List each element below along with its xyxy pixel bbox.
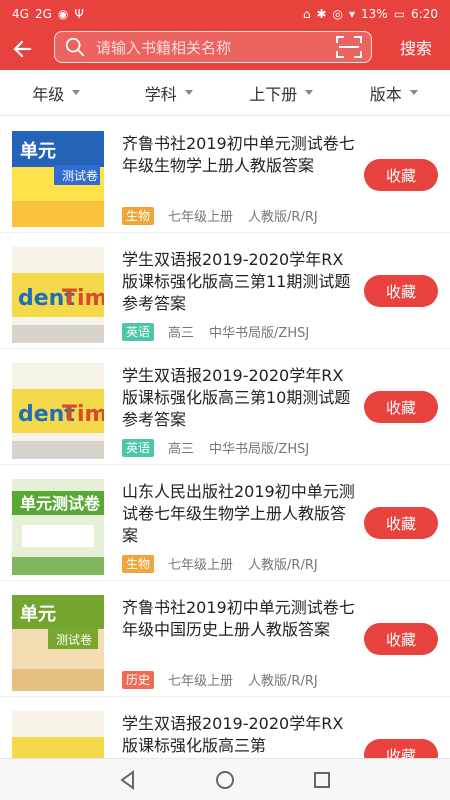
book-meta: 历史 七年级上册 人教版/R/RJ (122, 670, 318, 689)
home-nav-icon[interactable] (214, 769, 236, 791)
battery-icon: ▭ (393, 7, 406, 21)
list-item[interactable]: dentTimes 学生双语报2019-2020学年RX版课标强化版高三第10期… (0, 349, 450, 465)
filter-label: 上下册 (249, 84, 298, 104)
scan-button[interactable] (335, 35, 363, 59)
network-indicator-2: 2G (34, 7, 52, 21)
search-box[interactable]: 请输入书籍相关名称 (54, 31, 372, 63)
collect-button[interactable]: 收藏 (364, 507, 438, 539)
filter-grade[interactable]: 年级 (0, 70, 113, 115)
book-cover: 单元 测试卷 (12, 595, 104, 691)
back-button[interactable] (0, 28, 44, 70)
collect-button[interactable]: 收藏 (364, 159, 438, 191)
caret-down-icon (184, 90, 193, 95)
book-edition: 人教版/R/RJ (248, 210, 318, 225)
search-icon (62, 34, 88, 60)
clock: 6:20 (411, 7, 438, 21)
filter-subject[interactable]: 学科 (113, 70, 226, 115)
book-grade: 七年级上册 (168, 558, 234, 573)
filter-bar: 年级 学科 上下册 版本 (0, 70, 450, 116)
list-item[interactable]: 单元 测试卷 齐鲁书社2019初中单元测试卷七年级生物学上册人教版答案 生物 七… (0, 117, 450, 233)
book-cover: dentTimes (12, 363, 104, 459)
subject-tag: 生物 (122, 206, 155, 225)
location-icon: ◎ (332, 7, 343, 21)
book-cover: 单元测试卷 (12, 479, 104, 575)
book-title: 学生双语报2019-2020学年RX版课标强化版高三第 (122, 714, 344, 755)
filter-label: 学科 (144, 84, 177, 104)
filter-label: 年级 (32, 84, 65, 104)
book-edition: 中华书局版/ZHSJ (209, 326, 310, 341)
system-navbar (0, 758, 450, 800)
book-cover (12, 711, 104, 758)
search-header: 请输入书籍相关名称 搜索 (0, 28, 450, 70)
svg-text:测试卷: 测试卷 (62, 168, 98, 183)
book-title: 学生双语报2019-2020学年RX版课标强化版高三第10期测试题参考答案 (122, 366, 351, 429)
svg-text:测试卷: 测试卷 (56, 632, 92, 647)
back-nav-icon[interactable] (117, 769, 139, 791)
book-meta: 生物 七年级上册 人教版/R/RJ (122, 206, 318, 225)
list-item[interactable]: dentTimes 学生双语报2019-2020学年RX版课标强化版高三第11期… (0, 233, 450, 349)
caret-down-icon (72, 90, 81, 95)
caret-down-icon (409, 90, 418, 95)
book-meta: 英语 高三 中华书局版/ZHSJ (122, 322, 309, 341)
book-grade: 七年级上册 (168, 210, 234, 225)
bluetooth-icon: ✱ (316, 7, 327, 21)
filter-edition[interactable]: 版本 (338, 70, 450, 115)
book-edition: 人教版/R/RJ (248, 674, 318, 689)
subject-tag: 英语 (122, 438, 155, 457)
book-list: 单元 测试卷 齐鲁书社2019初中单元测试卷七年级生物学上册人教版答案 生物 七… (0, 117, 450, 758)
recents-nav-icon[interactable] (311, 769, 333, 791)
svg-text:单元: 单元 (20, 603, 56, 625)
collect-button[interactable]: 收藏 (364, 275, 438, 307)
book-title: 齐鲁书社2019初中单元测试卷七年级中国历史上册人教版答案 (122, 598, 355, 639)
book-grade: 高三 (168, 442, 195, 457)
book-grade: 七年级上册 (168, 674, 234, 689)
wifi-icon: ▾ (349, 7, 356, 21)
book-meta: 生物 七年级上册 人教版/R/RJ (122, 554, 318, 573)
search-button[interactable]: 搜索 (400, 28, 432, 70)
svg-text:单元测试卷: 单元测试卷 (20, 494, 101, 513)
search-input[interactable]: 请输入书籍相关名称 (96, 37, 231, 58)
status-right: ⌂ ✱ ◎ ▾ 13% ▭ 6:20 (303, 7, 438, 21)
list-item[interactable]: 单元 测试卷 齐鲁书社2019初中单元测试卷七年级中国历史上册人教版答案 历史 … (0, 581, 450, 697)
battery-percent: 13% (361, 7, 388, 21)
book-edition: 中华书局版/ZHSJ (209, 442, 310, 457)
svg-text:Times: Times (62, 402, 104, 427)
svg-text:Times: Times (62, 286, 104, 311)
book-cover: 单元 测试卷 (12, 131, 104, 227)
notification-icon: ⌂ (302, 7, 311, 21)
book-meta: 英语 高三 中华书局版/ZHSJ (122, 438, 309, 457)
network-indicator: 4G (12, 7, 29, 21)
book-title: 齐鲁书社2019初中单元测试卷七年级生物学上册人教版答案 (122, 134, 355, 175)
collect-button[interactable]: 收藏 (364, 391, 438, 423)
filter-volume[interactable]: 上下册 (225, 70, 338, 115)
subject-tag: 历史 (122, 670, 155, 689)
book-grade: 高三 (168, 326, 195, 341)
status-bar: 4G 2G ◉ Ψ ⌂ ✱ ◎ ▾ 13% ▭ 6:20 (0, 0, 450, 28)
svg-text:单元: 单元 (20, 140, 56, 162)
subject-tag: 英语 (122, 322, 155, 341)
caret-down-icon (305, 90, 314, 95)
filter-label: 版本 (369, 84, 402, 104)
collect-button[interactable]: 收藏 (364, 623, 438, 655)
book-title: 学生双语报2019-2020学年RX版课标强化版高三第11期测试题参考答案 (122, 250, 351, 313)
scan-icon (336, 36, 362, 58)
subject-tag: 生物 (122, 554, 155, 573)
book-edition: 人教版/R/RJ (248, 558, 318, 573)
list-item[interactable]: 单元测试卷 山东人民出版社2019初中单元测试卷七年级生物学上册人教版答案 生物… (0, 465, 450, 581)
eye-icon: ◉ (57, 7, 69, 21)
list-item[interactable]: 学生双语报2019-2020学年RX版课标强化版高三第 收藏 (0, 697, 450, 758)
book-cover: dentTimes (12, 247, 104, 343)
status-left: 4G 2G ◉ Ψ (12, 7, 84, 21)
arrow-left-icon (13, 40, 32, 58)
usb-icon: Ψ (74, 7, 84, 21)
book-title: 山东人民出版社2019初中单元测试卷七年级生物学上册人教版答案 (122, 482, 355, 545)
